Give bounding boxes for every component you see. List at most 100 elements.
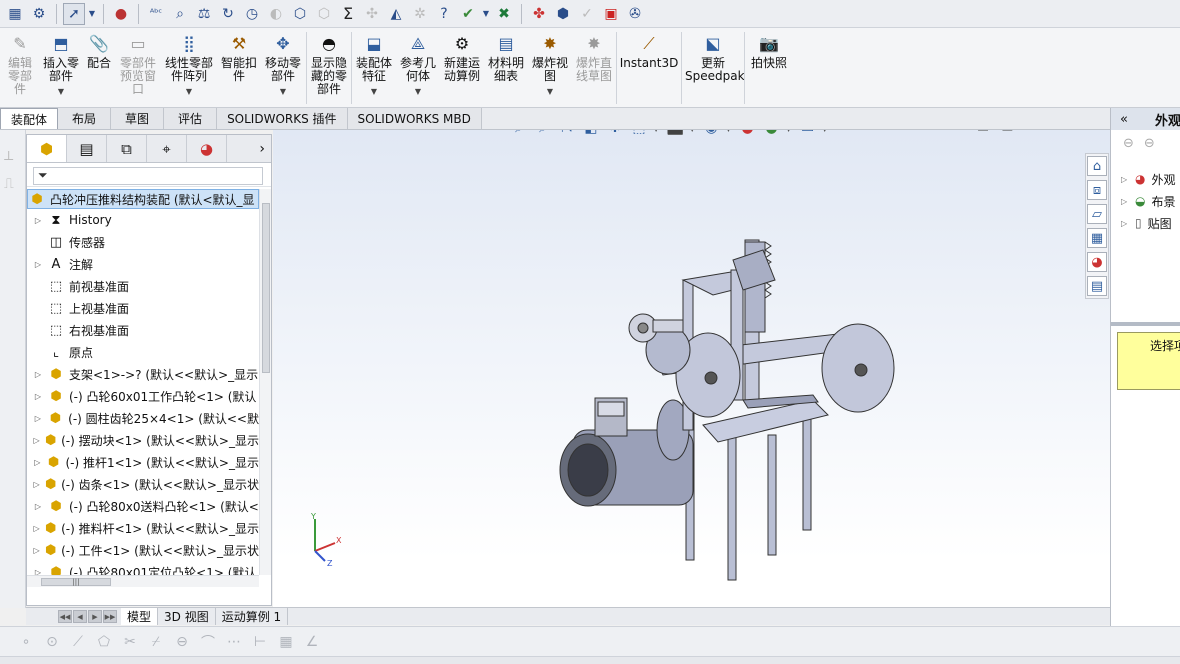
filter-input[interactable]: ⏷: [33, 166, 263, 185]
tree-item[interactable]: ⬚ 右视基准面: [27, 319, 259, 341]
sensor-icon[interactable]: ◭: [385, 3, 407, 25]
chevron-right-icon[interactable]: ▷: [33, 568, 43, 576]
chevron-right-icon[interactable]: ▷: [33, 436, 40, 445]
tree-item[interactable]: ▷ ⬢ (-) 齿条<1> (默认<<默认>_显示状: [27, 473, 260, 495]
tree-item[interactable]: ▷ ⬢ (-) 推杆1<1> (默认<<默认>_显示: [27, 451, 259, 473]
design-library-icon[interactable]: ⧈: [1087, 180, 1107, 200]
edit-component-button[interactable]: ✎ 编辑零部件: [0, 28, 40, 107]
move-component-button[interactable]: ✥ 移动零部件 ▼: [260, 28, 306, 107]
rotate-icon[interactable]: ↻: [217, 3, 239, 25]
insert-component-button[interactable]: ⬒ 插入零部件 ▼: [40, 28, 82, 107]
tab-sketch[interactable]: 草图: [111, 108, 165, 129]
clock-icon[interactable]: ◷: [241, 3, 263, 25]
assembly-model[interactable]: [273, 130, 1110, 607]
speedpak-button[interactable]: ⬕ 更新Speedpak: [682, 28, 745, 107]
smart-fastener-button[interactable]: ⚒ 智能扣件: [218, 28, 260, 107]
instant3d-button[interactable]: ⟋ Instant3D: [617, 28, 681, 107]
next-tab-icon[interactable]: ▶: [88, 610, 102, 623]
appearance-icon[interactable]: ●: [110, 3, 132, 25]
tree-root-assembly[interactable]: ⬢ 凸轮冲压推料结构装配 (默认<默认_显: [27, 189, 259, 209]
display-manager-tab-icon[interactable]: ◕: [187, 135, 227, 162]
tree-item[interactable]: ▷ ⬢ (-) 工件<1> (默认<<默认>_显示状: [27, 539, 260, 561]
tree-item[interactable]: ⌞ 原点: [27, 341, 259, 363]
tree-item[interactable]: ▷ ⬢ (-) 凸轮80x0送料凸轮<1> (默认<: [27, 495, 259, 517]
measure-icon[interactable]: ▦: [4, 3, 26, 25]
chevron-right-icon[interactable]: ▷: [33, 502, 43, 511]
chevron-right-icon[interactable]: ▷: [33, 480, 40, 489]
sum-icon[interactable]: Σ: [337, 3, 359, 25]
snapshot-button[interactable]: 📷 拍快照: [745, 28, 793, 107]
configuration-manager-tab-icon[interactable]: ⧉: [107, 135, 147, 162]
graphics-viewport[interactable]: ⌕ ⌕ ⇱ ◧ ✱ ⬚ ▼ ⬛ ▼ ◉ ▼ ◕ ◒ ▼ ▭ ▼ ◧ ◨ – ❐ …: [273, 130, 1110, 607]
tree-item[interactable]: ▷ ⬢ (-) 圆柱齿轮25×4<1> (默认<<默: [27, 407, 259, 429]
scrollbar-thumb[interactable]: [262, 203, 270, 373]
pdm-icon[interactable]: ▣: [600, 3, 622, 25]
tab-addins[interactable]: SOLIDWORKS 插件: [217, 108, 348, 129]
chevron-right-icon[interactable]: ▷: [33, 392, 43, 401]
tree-item[interactable]: ▷ ⧗ History: [27, 209, 259, 231]
forum-icon[interactable]: ✇: [624, 3, 646, 25]
view-palette-icon[interactable]: ▦: [1087, 228, 1107, 248]
check-icon[interactable]: ⌕: [169, 3, 191, 25]
tree-item[interactable]: ▷ ⬢ (-) 凸轮80x01定位凸轮<1> (默认: [27, 561, 259, 576]
forward-icon[interactable]: ⊖: [1144, 136, 1155, 151]
chevron-down-icon[interactable]: ▼: [547, 85, 553, 98]
excel-icon[interactable]: ✖: [493, 3, 515, 25]
explode-line-sketch-button[interactable]: ✸ 爆炸直线草图: [572, 28, 616, 107]
chevron-right-icon[interactable]: ▷: [33, 524, 40, 533]
design-checker-icon[interactable]: ⬢: [552, 3, 574, 25]
chevron-down-icon[interactable]: ▼: [415, 85, 421, 98]
task-pane-item-appearance[interactable]: ▷ ◕ 外观: [1121, 168, 1176, 190]
chevron-right-icon[interactable]: ▷: [33, 546, 40, 555]
tree-item[interactable]: ▷ ⬢ (-) 摆动块<1> (默认<<默认>_显示: [27, 429, 260, 451]
file-explorer-icon[interactable]: ▱: [1087, 204, 1107, 224]
task-pane-divider[interactable]: [1111, 322, 1180, 326]
mass-properties-icon[interactable]: ⚖: [193, 3, 215, 25]
help-icon[interactable]: ?: [433, 3, 455, 25]
tree-horizontal-scrollbar[interactable]: |||: [27, 575, 259, 587]
first-tab-icon[interactable]: ◀◀: [58, 610, 72, 623]
last-tab-icon[interactable]: ▶▶: [103, 610, 117, 623]
tab-motion-study[interactable]: 运动算例 1: [216, 608, 289, 625]
tree-vertical-scrollbar[interactable]: [259, 189, 271, 575]
tree-item[interactable]: ▷ ⬢ 支架<1>->? (默认<<默认>_显示: [27, 363, 259, 385]
task-pane-item-scene[interactable]: ▷ ◒ 布景: [1121, 190, 1176, 212]
task-pane-item-decal[interactable]: ▷ ▯ 贴图: [1121, 212, 1176, 234]
more-dropdown-icon[interactable]: ▼: [481, 3, 491, 25]
tree-item[interactable]: ▷ ⬢ (-) 推料杆<1> (默认<<默认>_显示: [27, 517, 260, 539]
tab-assembly[interactable]: 装配体: [0, 108, 59, 129]
back-icon[interactable]: ⊖: [1123, 136, 1134, 151]
chevron-down-icon[interactable]: ▼: [280, 85, 286, 98]
home-icon[interactable]: ⌂: [1087, 156, 1107, 176]
mate-button[interactable]: 📎 配合: [82, 28, 116, 107]
chevron-right-icon[interactable]: ▷: [33, 216, 43, 225]
tree-item[interactable]: ⬚ 前视基准面: [27, 275, 259, 297]
chevron-right-icon[interactable]: ›: [227, 135, 271, 162]
property-manager-tab-icon[interactable]: ▤: [67, 135, 107, 162]
linear-pattern-button[interactable]: ⣿ 线性零部件阵列 ▼: [160, 28, 218, 107]
reference-geometry-button[interactable]: ⟁ 参考几何体 ▼: [396, 28, 440, 107]
assembly-feature-button[interactable]: ⬓ 装配体特征 ▼: [352, 28, 396, 107]
show-hidden-button[interactable]: ◓ 显示隐藏的零部件: [307, 28, 351, 107]
chevron-down-icon[interactable]: ▼: [371, 85, 377, 98]
tree-item[interactable]: ▷ ⬢ (-) 凸轮60x01工作凸轮<1> (默认: [27, 385, 259, 407]
new-motion-study-button[interactable]: ⚙ 新建运动算例: [440, 28, 484, 107]
select-dropdown-icon[interactable]: ▼: [87, 3, 97, 25]
dimxpert-tab-icon[interactable]: ⌖: [147, 135, 187, 162]
chevron-right-icon[interactable]: ▷: [33, 370, 43, 379]
chevron-down-icon[interactable]: ▼: [186, 85, 192, 98]
chevron-right-icon[interactable]: ▷: [33, 260, 43, 269]
select-arrow-icon[interactable]: ➚: [63, 2, 85, 25]
more-icon[interactable]: ✔: [457, 3, 479, 25]
exploded-view-button[interactable]: ✸ 爆炸视图 ▼: [528, 28, 572, 107]
spell-check-icon[interactable]: ᴬᵇᶜ: [145, 3, 167, 25]
tab-layout[interactable]: 布局: [58, 108, 112, 129]
tab-evaluate[interactable]: 评估: [164, 108, 218, 129]
bom-button[interactable]: ▤ 材料明细表: [484, 28, 528, 107]
settings-icon[interactable]: ⚙: [28, 3, 50, 25]
tab-mbd[interactable]: SOLIDWORKS MBD: [347, 108, 482, 129]
chevron-right-icon[interactable]: ▷: [33, 414, 43, 423]
tab-model[interactable]: 模型: [121, 608, 159, 625]
feature-tree-tab-icon[interactable]: ⬢: [27, 135, 67, 162]
preview-window-button[interactable]: ▭ 零部件预览窗口: [116, 28, 160, 107]
